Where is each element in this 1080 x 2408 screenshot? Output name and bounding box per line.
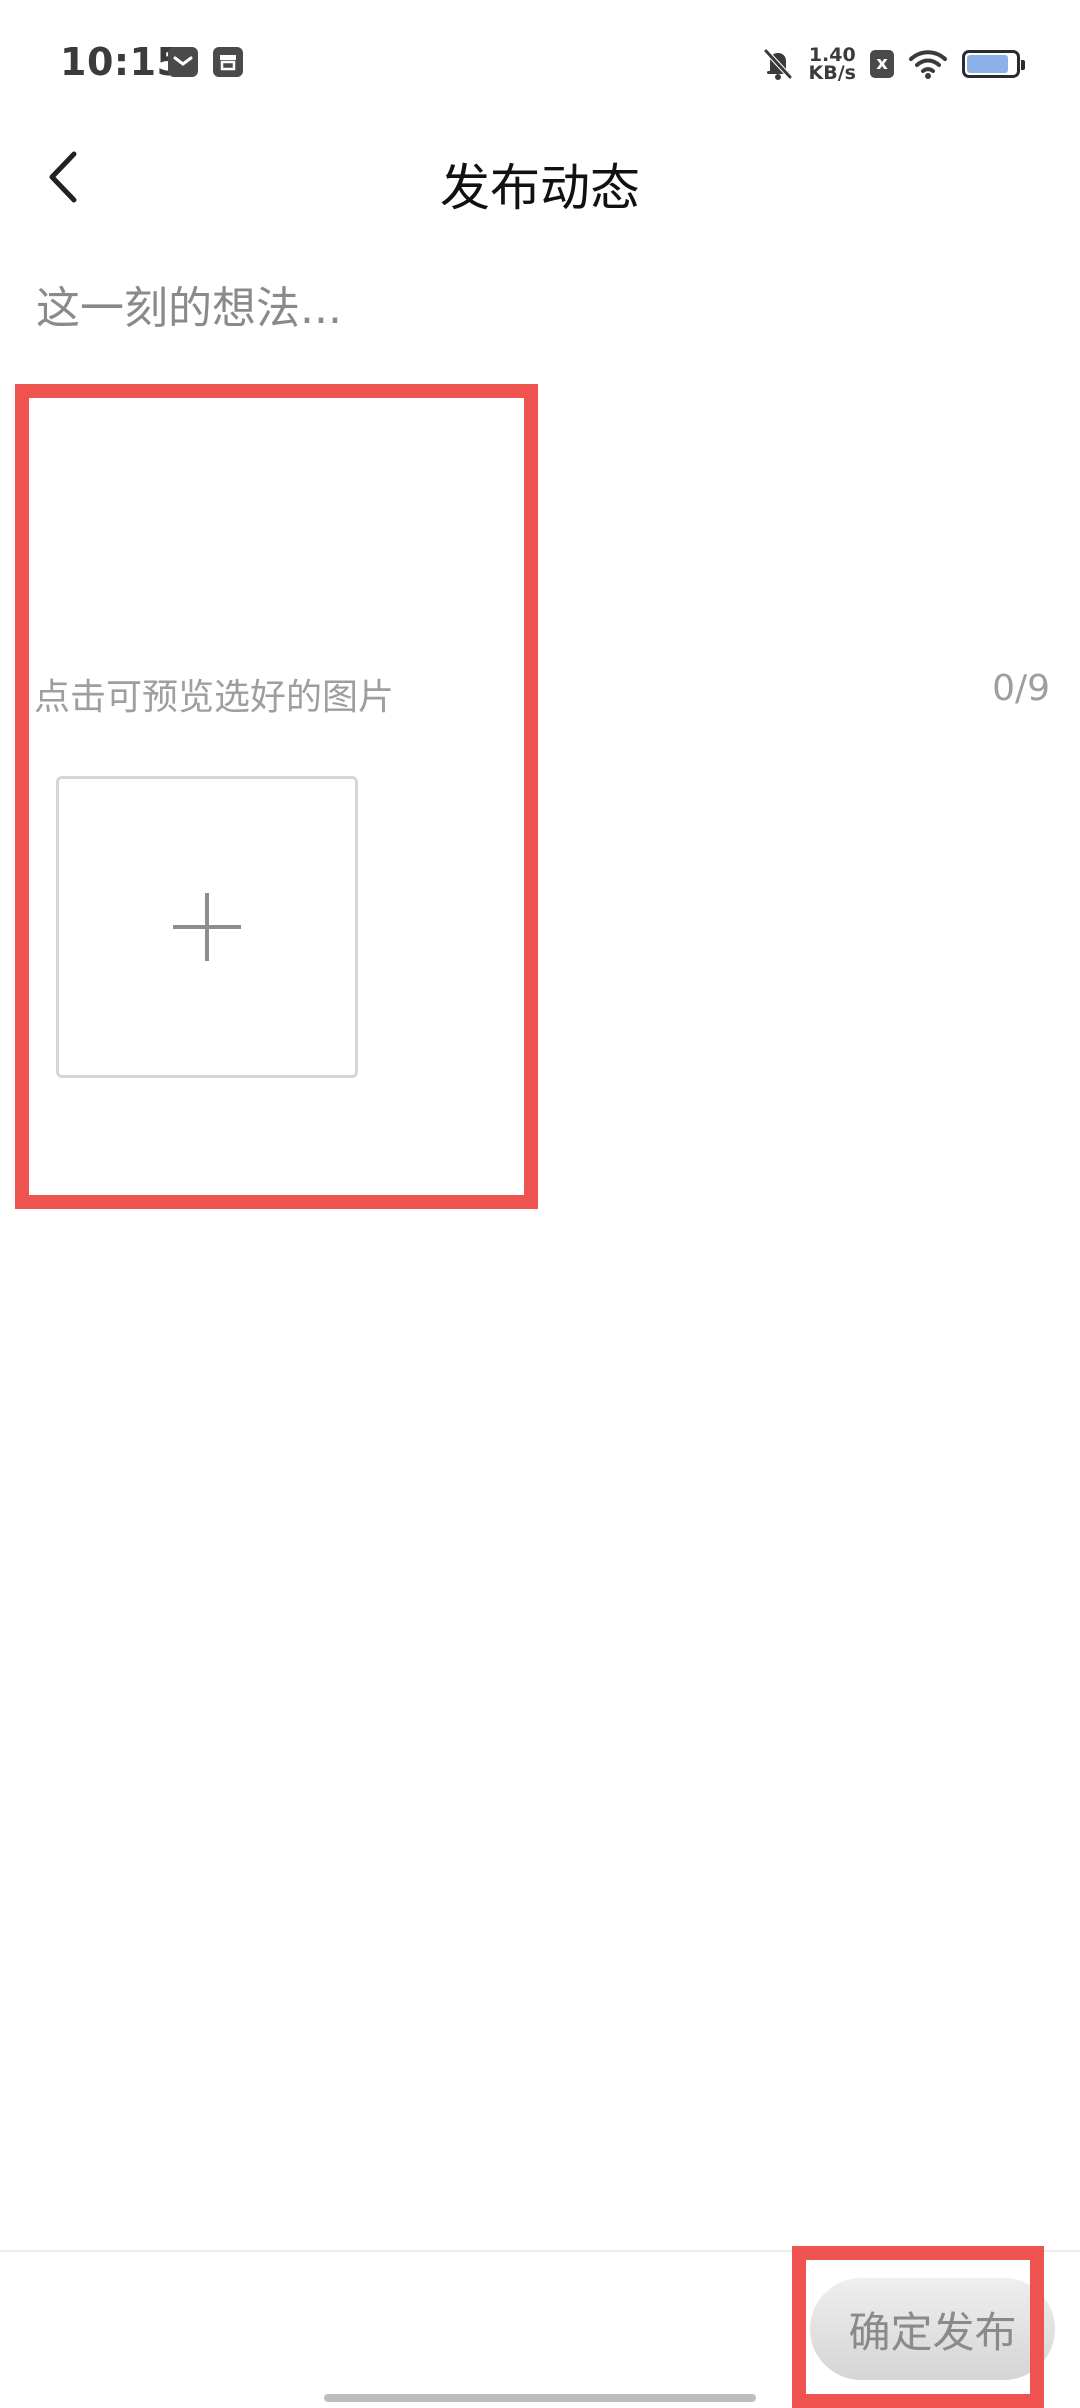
image-area-highlight bbox=[15, 384, 538, 1209]
net-speed-unit: KB/s bbox=[808, 62, 856, 84]
wifi-icon bbox=[909, 50, 947, 79]
page-title: 发布动态 bbox=[440, 159, 640, 217]
battery-level-fill bbox=[967, 55, 1008, 73]
thought-input[interactable] bbox=[36, 268, 1046, 348]
home-indicator[interactable] bbox=[324, 2394, 756, 2402]
status-bar: 10:15 1.40 KB/s x bbox=[0, 0, 1080, 128]
network-speed: 1.40 KB/s bbox=[808, 46, 856, 84]
close-badge-icon: x bbox=[870, 50, 894, 78]
mute-bell-icon bbox=[763, 49, 792, 80]
mail-icon bbox=[168, 47, 198, 77]
battery-icon bbox=[962, 50, 1025, 78]
image-counter: 0/9 bbox=[992, 668, 1050, 709]
archive-icon bbox=[213, 47, 243, 77]
submit-button-highlight bbox=[792, 2246, 1044, 2408]
header: 发布动态 bbox=[0, 128, 1080, 224]
status-time: 10:15 bbox=[60, 40, 184, 84]
status-right-group: 1.40 KB/s x bbox=[761, 36, 1025, 92]
